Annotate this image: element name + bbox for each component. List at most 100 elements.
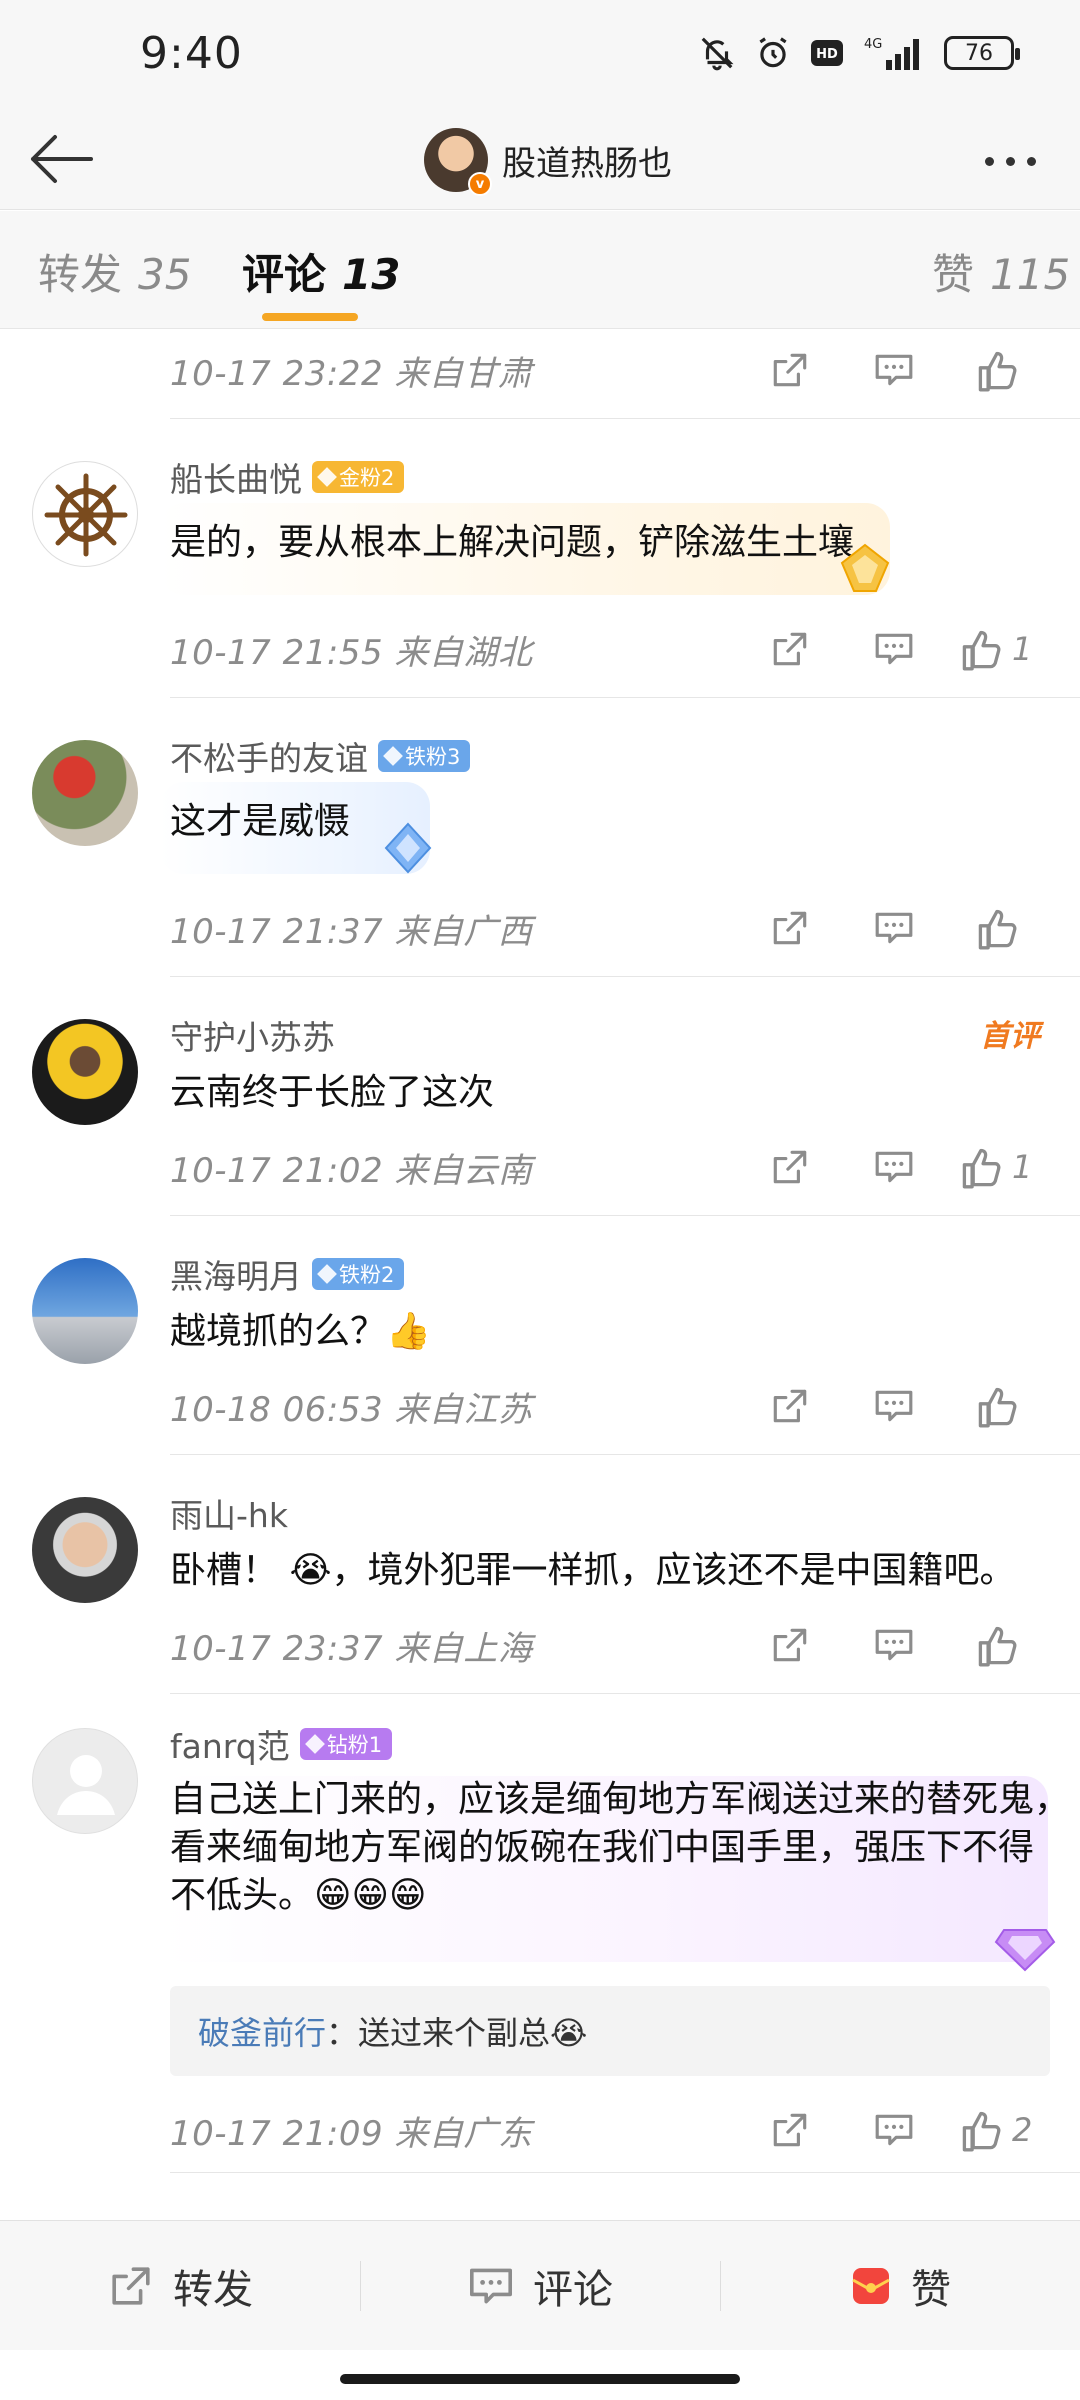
username-text[interactable]: 船长曲悦 bbox=[170, 453, 302, 501]
username-text[interactable]: 不松手的友谊 bbox=[170, 732, 368, 780]
username-text[interactable]: 雨山-hk bbox=[170, 1489, 288, 1537]
back-button[interactable] bbox=[24, 124, 100, 194]
reply-button[interactable] bbox=[842, 1610, 946, 1680]
like-button[interactable] bbox=[946, 1610, 1050, 1680]
more-dot-icon bbox=[1026, 156, 1036, 166]
comment-meta: 10-17 21:02 来自云南 1 bbox=[170, 1127, 1080, 1207]
purple-gem-icon bbox=[994, 1929, 1056, 1972]
share-button[interactable] bbox=[738, 335, 842, 405]
tab-likes-label: 赞 bbox=[932, 250, 975, 299]
hd-icon: HD bbox=[810, 39, 844, 67]
tab-repost-label: 转发 bbox=[38, 250, 123, 299]
reply-button[interactable] bbox=[842, 335, 946, 405]
reply-button[interactable] bbox=[842, 1132, 946, 1202]
reply-button[interactable] bbox=[842, 893, 946, 963]
svg-text:4G: 4G bbox=[864, 37, 882, 52]
nav-username[interactable]: 股道热肠也 bbox=[502, 136, 672, 185]
like-count: 1 bbox=[1012, 630, 1033, 668]
comment-username[interactable]: 不松手的友谊 铁粉3 bbox=[170, 732, 471, 780]
like-button[interactable] bbox=[946, 893, 1050, 963]
fan-badge: 钻粉1 bbox=[299, 1728, 393, 1760]
like-button[interactable] bbox=[946, 335, 1050, 405]
fan-badge: 铁粉2 bbox=[312, 1258, 405, 1290]
comment-icon bbox=[873, 1624, 915, 1666]
share-icon bbox=[769, 907, 811, 949]
tab-repost-count: 35 bbox=[138, 250, 192, 299]
share-icon bbox=[769, 628, 811, 670]
comment-username[interactable]: 雨山-hk bbox=[170, 1489, 288, 1537]
comment-text: 是的，要从根本上解决问题，铲除滋生土壤 bbox=[170, 522, 855, 563]
comment-icon bbox=[873, 349, 915, 391]
comment-actions bbox=[738, 1605, 1050, 1685]
comment-text: 卧槽！ 😭，境外犯罪一样抓，应该还不是中国籍吧。 bbox=[170, 1550, 1016, 1591]
comment-meta: 10-17 21:37 来自广西 bbox=[170, 888, 1080, 968]
reply-button[interactable] bbox=[842, 1371, 946, 1441]
comment-meta-text: 10-17 21:02 来自云南 bbox=[170, 1150, 533, 1191]
avatar[interactable] bbox=[32, 1019, 138, 1125]
comment-meta: 10-18 06:53 来自江苏 bbox=[170, 1366, 1080, 1446]
avatar[interactable]: v bbox=[424, 128, 492, 196]
badge-label: 铁粉3 bbox=[405, 745, 461, 769]
share-button[interactable] bbox=[738, 1610, 842, 1680]
like-icon bbox=[976, 1623, 1020, 1667]
comment-username[interactable]: 船长曲悦 金粉2 bbox=[170, 453, 405, 501]
like-icon bbox=[960, 1145, 1004, 1189]
like-button[interactable]: 1 bbox=[946, 1132, 1050, 1202]
tab-comments[interactable]: 评论 13 bbox=[242, 241, 400, 302]
share-button[interactable] bbox=[738, 2095, 842, 2165]
comment-username[interactable]: 守护小苏苏 bbox=[170, 1011, 335, 1059]
status-icons: HD 4G 76 bbox=[698, 34, 1020, 72]
gem-icon bbox=[304, 1734, 325, 1754]
comment-meta-text: 10-17 23:37 来自上海 bbox=[170, 1628, 533, 1669]
like-post-button[interactable]: 赞 bbox=[720, 2221, 1080, 2351]
comment-text-line: 自己送上门来的，应该是缅甸地方军阀送过来的替死鬼， bbox=[170, 1779, 1071, 1820]
like-button[interactable]: 1 bbox=[946, 614, 1050, 684]
like-count: 1 bbox=[1012, 1148, 1033, 1186]
share-button[interactable] bbox=[738, 1132, 842, 1202]
badge-label: 铁粉2 bbox=[339, 1263, 395, 1287]
reply-button[interactable] bbox=[842, 2095, 946, 2165]
like-button[interactable]: 2 bbox=[946, 2095, 1050, 2165]
avatar[interactable] bbox=[32, 740, 138, 846]
reply-username[interactable]: 破釜前行 bbox=[198, 2008, 326, 2054]
avatar[interactable] bbox=[32, 1728, 138, 1834]
nav-user[interactable]: v 股道热肠也 bbox=[424, 118, 672, 202]
avatar[interactable] bbox=[32, 1497, 138, 1603]
share-button[interactable] bbox=[738, 893, 842, 963]
share-button[interactable] bbox=[738, 614, 842, 684]
comment-button[interactable]: 评论 bbox=[360, 2221, 720, 2351]
battery-icon: 76 bbox=[944, 36, 1020, 70]
comment-username[interactable]: 黑海明月 铁粉2 bbox=[170, 1250, 405, 1298]
like-icon bbox=[976, 348, 1020, 392]
more-button[interactable] bbox=[970, 136, 1050, 186]
repost-button[interactable]: 转发 bbox=[0, 2221, 360, 2351]
comment-actions: 2 bbox=[738, 2090, 1050, 2170]
comment-meta: 10-17 23:22 来自甘肃 bbox=[170, 330, 1080, 410]
reply-preview[interactable]: 破釜前行：送过来个副总😭 bbox=[170, 1986, 1050, 2076]
comment-icon bbox=[467, 2262, 515, 2310]
reply-button[interactable] bbox=[842, 614, 946, 684]
comment-icon bbox=[873, 628, 915, 670]
reply-text: 送过来个副总😭 bbox=[358, 2014, 588, 2052]
like-button[interactable] bbox=[946, 1371, 1050, 1441]
username-text[interactable]: 守护小苏苏 bbox=[170, 1011, 335, 1059]
home-indicator[interactable] bbox=[340, 2374, 740, 2384]
avatar[interactable] bbox=[32, 1258, 138, 1364]
comment-meta-text: 10-17 21:09 来自广东 bbox=[170, 2113, 533, 2154]
username-text[interactable]: fanrq范 bbox=[170, 1720, 290, 1768]
comment-item: fanrq范 钻粉1 自己送上门来的，应该是缅甸地方军阀送过来的替死鬼， 看来缅… bbox=[0, 1694, 1080, 2154]
comment-username[interactable]: fanrq范 钻粉1 bbox=[170, 1720, 393, 1768]
signal-icon: 4G bbox=[862, 34, 926, 72]
reply-separator: ： bbox=[326, 2014, 359, 2052]
ship-wheel-icon bbox=[44, 473, 128, 557]
tab-repost[interactable]: 转发 35 bbox=[38, 241, 191, 302]
badge-label: 钻粉1 bbox=[326, 1733, 383, 1757]
username-text[interactable]: 黑海明月 bbox=[170, 1250, 302, 1298]
share-button[interactable] bbox=[738, 1371, 842, 1441]
comment-icon bbox=[873, 1146, 915, 1188]
avatar[interactable] bbox=[32, 461, 138, 567]
svg-text:HD: HD bbox=[816, 47, 838, 62]
alarm-icon bbox=[754, 34, 792, 72]
comment-text: 云南终于长脸了这次 bbox=[170, 1072, 495, 1113]
tab-likes[interactable]: 赞 115 bbox=[932, 241, 1070, 302]
